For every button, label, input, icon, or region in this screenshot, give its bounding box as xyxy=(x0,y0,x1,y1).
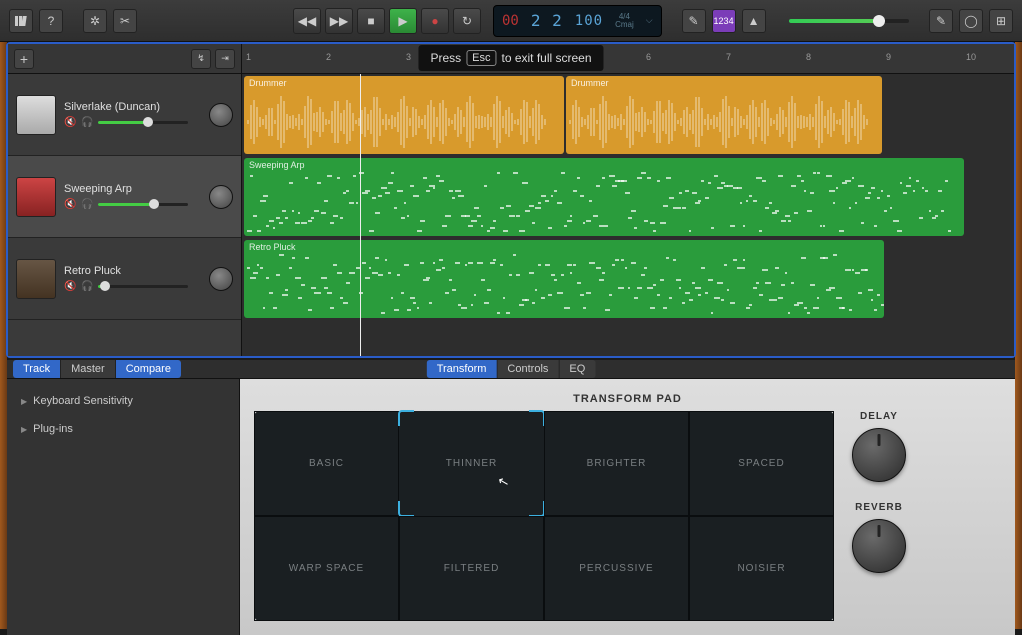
track-header-0[interactable]: Silverlake (Duncan) 🔇 🎧 xyxy=(8,74,241,156)
media-browser-button[interactable]: ⊞ xyxy=(989,9,1013,33)
pad-cell-brighter[interactable]: BRIGHTER xyxy=(544,411,689,516)
smart-sidebar: Keyboard SensitivityPlug-ins xyxy=(7,379,240,635)
sidebar-item-plug-ins[interactable]: Plug-ins xyxy=(7,415,239,443)
tab-master[interactable]: Master xyxy=(61,360,116,378)
tab-transform[interactable]: Transform xyxy=(427,360,498,378)
retro-pluck-region[interactable]: Retro Pluck xyxy=(244,240,884,318)
metronome-button[interactable]: ▲ xyxy=(742,9,766,33)
track-header-2[interactable]: Retro Pluck 🔇 🎧 xyxy=(8,238,241,320)
editors-button[interactable]: ✂ xyxy=(113,9,137,33)
region-label: Retro Pluck xyxy=(249,242,296,252)
lcd-subbeat: 00 xyxy=(502,13,519,29)
hint-pre: Press xyxy=(430,51,461,65)
tab-track[interactable]: Track xyxy=(13,360,61,378)
smart-tabs-row: TrackMasterCompare TransformControlsEQ xyxy=(7,360,1015,379)
tab-controls[interactable]: Controls xyxy=(497,360,559,378)
rewind-button[interactable]: ◀◀ xyxy=(293,8,321,34)
add-track-button[interactable]: + xyxy=(14,49,34,69)
esc-key-icon: Esc xyxy=(466,50,496,66)
pad-cell-spaced[interactable]: SPACED xyxy=(689,411,834,516)
headphone-icon[interactable]: 🎧 xyxy=(81,199,93,211)
pan-knob[interactable] xyxy=(209,185,233,209)
track-list-header: + ↯ ⇥ xyxy=(8,44,242,73)
track-header-1[interactable]: Sweeping Arp 🔇 🎧 xyxy=(8,156,241,238)
mute-icon[interactable]: 🔇 xyxy=(64,281,76,293)
record-button[interactable]: ● xyxy=(421,8,449,34)
transform-pad-grid[interactable]: BASICTHINNERBRIGHTERSPACED WARP SPACEFILT… xyxy=(254,411,834,621)
stop-button[interactable]: ■ xyxy=(357,8,385,34)
sweeping-arp-region[interactable]: Sweeping Arp xyxy=(244,158,964,236)
track-name-label: Silverlake (Duncan) xyxy=(64,101,197,113)
automation-button[interactable]: ↯ xyxy=(191,49,211,69)
arrangement-timeline[interactable]: Drummer Drummer Sweeping Arp Retro Pluck xyxy=(242,74,1014,356)
lcd-display[interactable]: 00 2 2 100 4/4Cmaj ⌵ xyxy=(493,5,662,37)
left-tab-segment: TrackMasterCompare xyxy=(13,360,181,378)
tuner-button[interactable]: 1234 xyxy=(712,9,736,33)
track-instrument-icon xyxy=(16,95,56,135)
transform-pad-panel: TRANSFORM PAD BASICTHINNERBRIGHTERSPACED… xyxy=(240,379,1015,635)
fullscreen-hint: Press Esc to exit full screen xyxy=(418,45,603,71)
pad-cell-noisier[interactable]: NOISIER xyxy=(689,516,834,621)
sidebar-item-keyboard-sensitivity[interactable]: Keyboard Sensitivity xyxy=(7,387,239,415)
library-button[interactable] xyxy=(9,9,33,33)
region-label: Drummer xyxy=(571,78,609,88)
reverb-knob[interactable] xyxy=(852,519,906,573)
track-name-label: Sweeping Arp xyxy=(64,183,197,195)
lcd-chevron-icon[interactable]: ⌵ xyxy=(646,15,653,26)
tab-eq[interactable]: EQ xyxy=(559,360,595,378)
track-instrument-icon xyxy=(16,177,56,217)
delay-label: DELAY xyxy=(860,411,898,422)
drummer-region-1[interactable]: Drummer xyxy=(244,76,564,154)
main-toolbar: ? ✲ ✂ ◀◀ ▶▶ ■ ▶ ● ↻ 00 2 2 100 4/4Cmaj ⌵… xyxy=(0,0,1022,42)
pad-cell-warp-space[interactable]: WARP SPACE xyxy=(254,516,399,621)
transport-controls: ◀◀ ▶▶ ■ ▶ ● ↻ xyxy=(293,8,481,34)
pan-knob[interactable] xyxy=(209,267,233,291)
center-tab-segment: TransformControlsEQ xyxy=(427,360,596,378)
tracks-area: + ↯ ⇥ 12345678910 Silverlake (Duncan) 🔇 … xyxy=(6,42,1016,358)
track-instrument-icon xyxy=(16,259,56,299)
pad-cell-filtered[interactable]: FILTERED xyxy=(399,516,544,621)
catch-button[interactable]: ⇥ xyxy=(215,49,235,69)
region-label: Sweeping Arp xyxy=(249,160,305,170)
pad-cell-percussive[interactable]: PERCUSSIVE xyxy=(544,516,689,621)
count-in-button[interactable]: ✎ xyxy=(682,9,706,33)
track-headers-column: Silverlake (Duncan) 🔇 🎧 Sweeping Arp 🔇 🎧… xyxy=(8,74,242,356)
lcd-tempo: 100 xyxy=(575,14,603,28)
mute-icon[interactable]: 🔇 xyxy=(64,199,76,211)
lcd-position: 2 2 xyxy=(531,11,563,30)
tab-compare[interactable]: Compare xyxy=(116,360,181,378)
timeline-ruler[interactable]: 12345678910 xyxy=(242,44,1014,73)
delay-knob[interactable] xyxy=(852,428,906,482)
headphone-icon[interactable]: 🎧 xyxy=(81,281,93,293)
master-volume-slider[interactable] xyxy=(789,19,909,23)
lcd-key: Cmaj xyxy=(615,21,634,29)
smart-controls-panel: TrackMasterCompare TransformControlsEQ K… xyxy=(7,360,1015,629)
mute-icon[interactable]: 🔇 xyxy=(64,117,76,129)
drummer-region-2[interactable]: Drummer xyxy=(566,76,882,154)
pad-cell-thinner[interactable]: THINNER xyxy=(399,411,544,516)
track-name-label: Retro Pluck xyxy=(64,265,197,277)
loop-browser-button[interactable]: ◯ xyxy=(959,9,983,33)
transform-pad-title: TRANSFORM PAD xyxy=(254,393,1001,405)
track-volume-slider[interactable] xyxy=(98,285,188,288)
pan-knob[interactable] xyxy=(209,103,233,127)
region-label: Drummer xyxy=(249,78,287,88)
track-volume-slider[interactable] xyxy=(98,203,188,206)
headphone-icon[interactable]: 🎧 xyxy=(81,117,93,129)
smart-controls-button[interactable]: ✲ xyxy=(83,9,107,33)
reverb-label: REVERB xyxy=(855,502,903,513)
quick-help-button[interactable]: ? xyxy=(39,9,63,33)
cycle-button[interactable]: ↻ xyxy=(453,8,481,34)
playhead[interactable] xyxy=(360,74,361,356)
hint-post: to exit full screen xyxy=(501,51,591,65)
notepad-button[interactable]: ✎ xyxy=(929,9,953,33)
pad-cell-basic[interactable]: BASIC xyxy=(254,411,399,516)
play-button[interactable]: ▶ xyxy=(389,8,417,34)
track-volume-slider[interactable] xyxy=(98,121,188,124)
forward-button[interactable]: ▶▶ xyxy=(325,8,353,34)
